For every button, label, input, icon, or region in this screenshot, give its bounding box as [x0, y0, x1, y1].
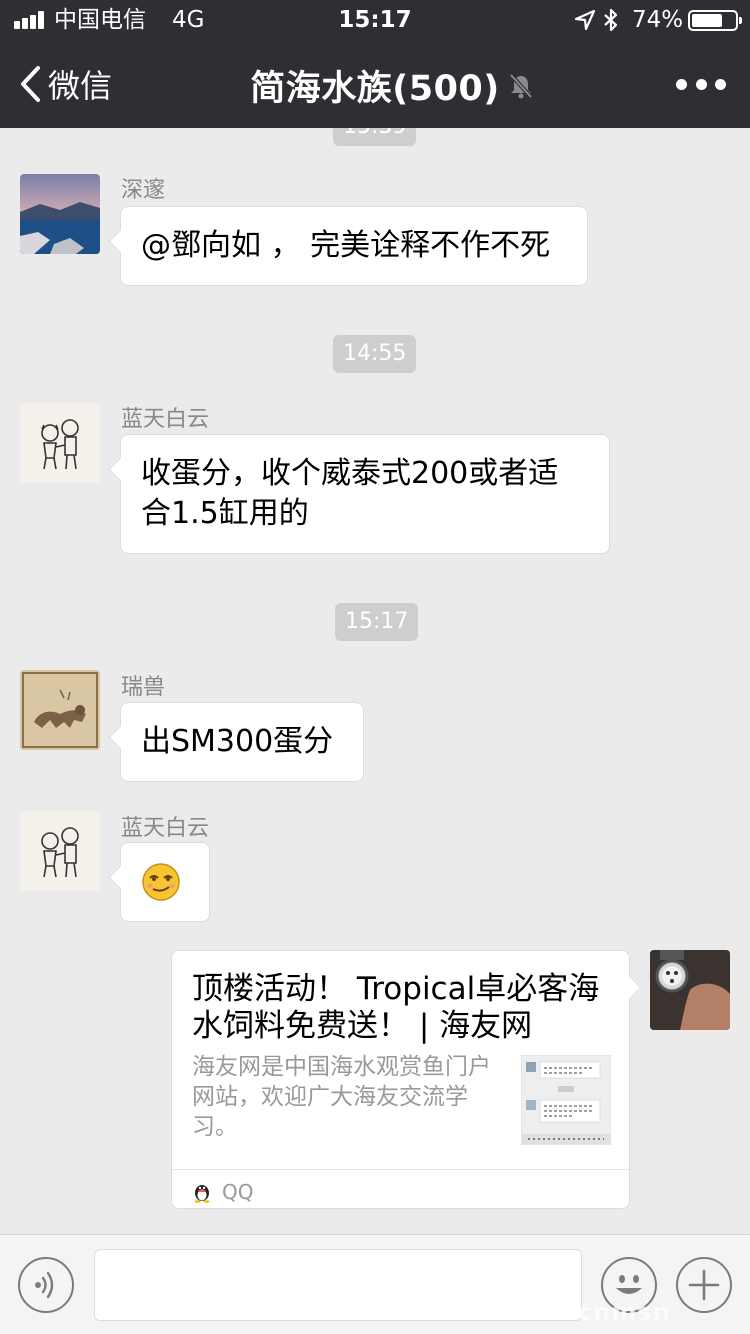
message-text: 出SM300蛋分	[141, 724, 334, 759]
card-title: 顶楼活动！ Tropical卓必客海水饲料免费送！ | 海友网	[192, 971, 600, 1044]
avatar-beast-painting	[20, 670, 100, 750]
battery-percent: 74%	[632, 7, 684, 33]
plus-icon	[688, 1269, 720, 1301]
top-bar: 中国电信 4G 15:17 74% 微信 简海水族(500)	[0, 0, 750, 128]
bluetooth-icon	[604, 8, 618, 32]
avatar[interactable]	[650, 950, 730, 1030]
avatar[interactable]	[20, 403, 100, 483]
message-text-line: 收蛋分，收个威泰式200或者适	[141, 456, 559, 491]
timestamp: 15:39	[333, 128, 417, 146]
avatar-landscape-image	[20, 174, 100, 254]
avatar[interactable]	[20, 811, 100, 891]
sender-name: 蓝天白云	[121, 816, 210, 841]
avatar[interactable]	[20, 174, 100, 254]
card-source-label: QQ	[222, 1180, 254, 1204]
avatar-watch-photo	[650, 950, 730, 1030]
message-list[interactable]: 15:39 深邃 @鄧向如 ， 完美诠释不作不死 14:55	[0, 128, 750, 1234]
voice-button[interactable]	[18, 1257, 74, 1313]
status-bar: 中国电信 4G 15:17 74%	[0, 0, 750, 40]
timestamp: 14:55	[333, 335, 417, 373]
qq-penguin-icon	[194, 1185, 210, 1203]
card-source: QQ	[192, 1177, 253, 1207]
bell-slash-icon	[509, 73, 533, 99]
message-bubble[interactable]: @鄧向如 ， 完美诠释不作不死	[120, 206, 588, 286]
message-bubble[interactable]: 出SM300蛋分	[120, 702, 364, 782]
smirk-emoji	[142, 863, 180, 901]
voice-icon	[35, 1271, 54, 1299]
message-text-line: 合1.5缸用的	[141, 496, 309, 531]
sender-name: 深邃	[121, 178, 166, 203]
avatar-couple-drawing	[41, 827, 79, 878]
chat-title: 简海水族(500)	[250, 69, 500, 109]
more-button[interactable]	[676, 70, 726, 98]
dot	[676, 78, 687, 90]
dot	[715, 78, 726, 90]
message-text: @鄧向如 ， 完美诠释不作不死	[141, 228, 551, 263]
dot	[695, 78, 707, 90]
plus-button[interactable]	[676, 1257, 732, 1313]
message-bubble[interactable]: 收蛋分，收个威泰式200或者适 合1.5缸用的	[120, 434, 610, 554]
message-bubble[interactable]	[120, 842, 210, 922]
sender-name: 蓝天白云	[121, 407, 210, 432]
avatar-couple-drawing	[41, 419, 79, 470]
link-card-message[interactable]: 顶楼活动！ Tropical卓必客海水饲料免费送！ | 海友网 海友网是中国海水…	[171, 950, 630, 1209]
card-thumbnail	[521, 1055, 611, 1145]
battery-icon	[688, 10, 742, 31]
sender-name: 瑞兽	[121, 675, 166, 700]
watermark: cnmsn	[578, 1298, 671, 1326]
card-description: 海友网是中国海水观赏鱼门户网站，欢迎广大海友交流学习。	[192, 1054, 491, 1140]
timestamp: 15:17	[335, 603, 419, 641]
nav-bar: 微信 简海水族(500)	[0, 40, 750, 128]
thumbnail-screenshot-image	[522, 1056, 610, 1144]
avatar[interactable]	[20, 670, 100, 750]
location-icon	[574, 9, 596, 31]
message-input[interactable]	[94, 1249, 582, 1321]
card-divider	[172, 1169, 629, 1170]
